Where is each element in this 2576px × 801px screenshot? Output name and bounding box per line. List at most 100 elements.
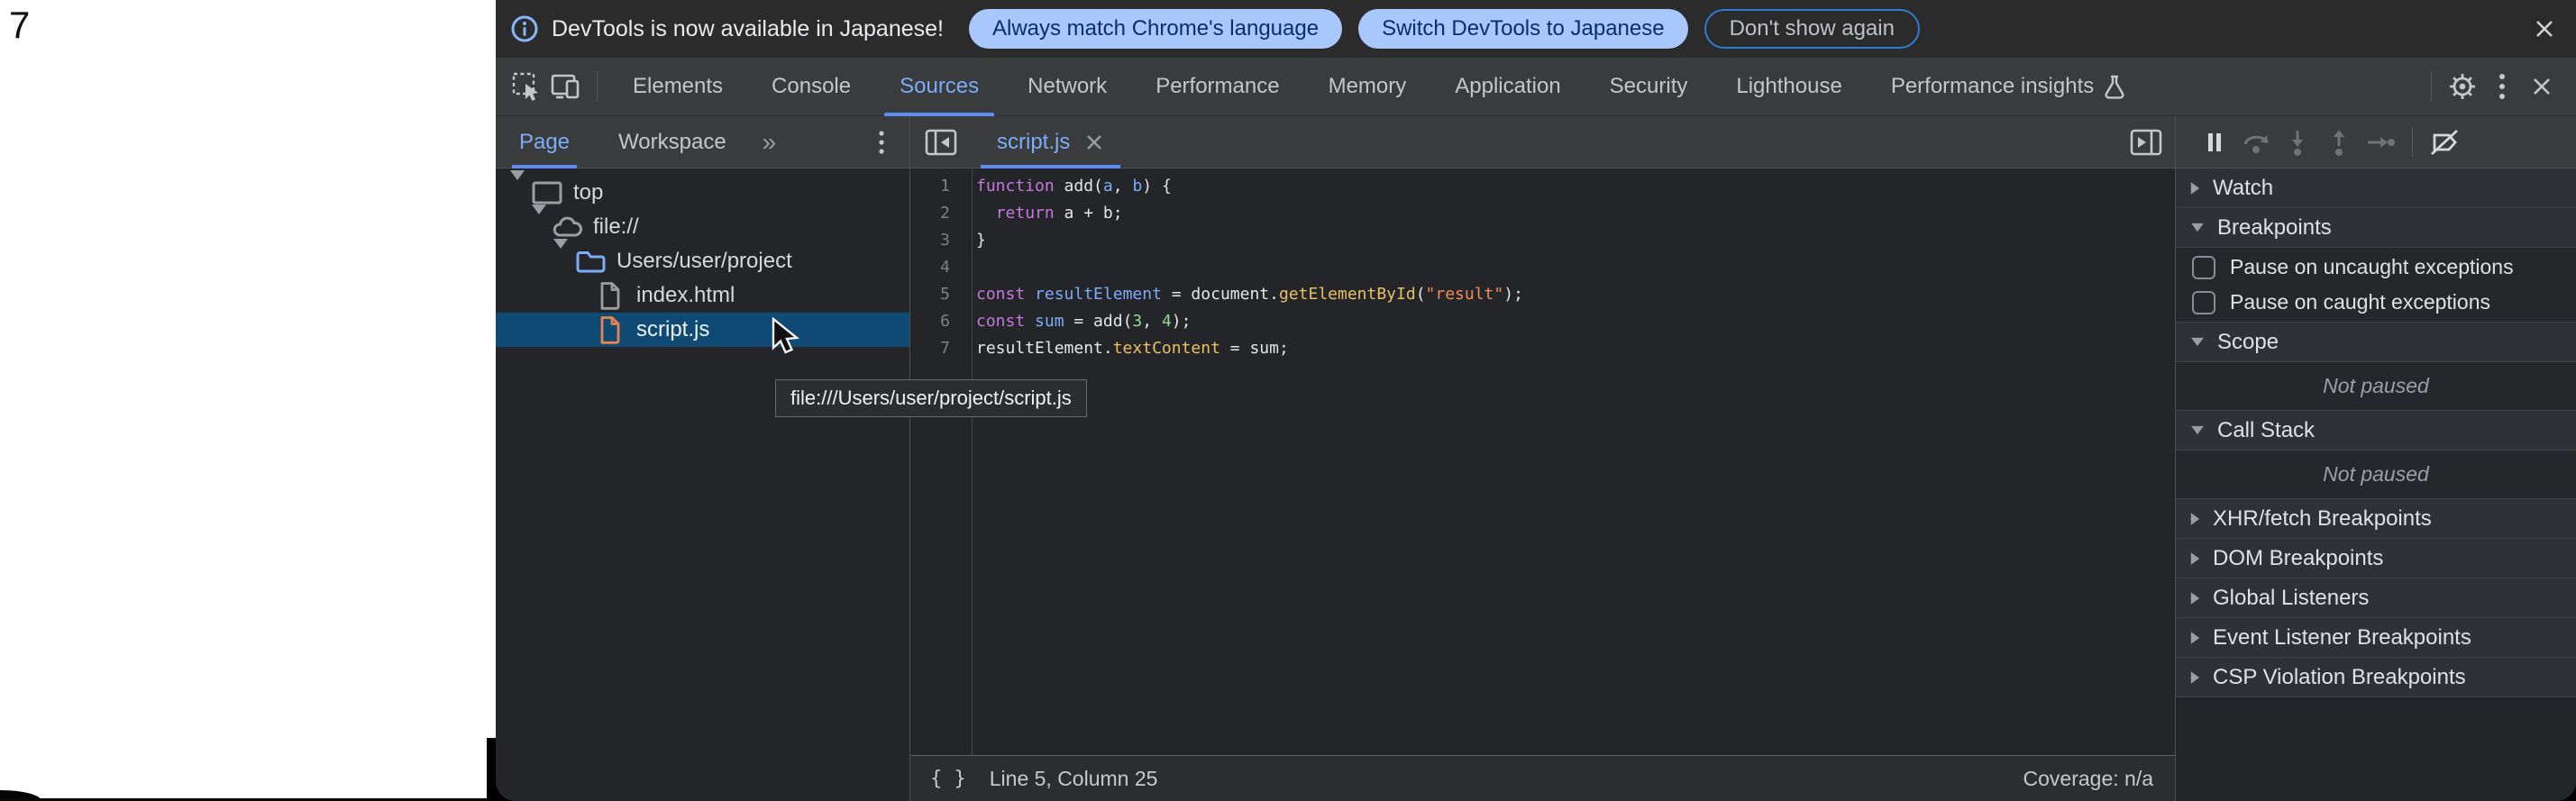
navigator-menu-icon[interactable] bbox=[877, 129, 886, 156]
code-line: 5 const resultElement = document.getElem… bbox=[910, 280, 2175, 307]
line-number[interactable]: 3 bbox=[910, 231, 963, 250]
tab-memory[interactable]: Memory bbox=[1304, 58, 1431, 116]
code-token: add( bbox=[1064, 177, 1103, 196]
expand-arrow-icon[interactable] bbox=[532, 214, 546, 240]
code-token: , bbox=[1142, 312, 1162, 331]
section-scope[interactable]: Scope bbox=[2176, 323, 2576, 362]
gear-icon[interactable] bbox=[2443, 67, 2482, 106]
tab-application[interactable]: Application bbox=[1430, 58, 1585, 116]
step-over-icon[interactable] bbox=[2235, 122, 2277, 163]
step-out-icon[interactable] bbox=[2318, 122, 2360, 163]
line-number[interactable]: 2 bbox=[910, 204, 963, 223]
code-line: 7 resultElement.textContent = sum; bbox=[910, 334, 2175, 361]
close-tab-icon[interactable] bbox=[1084, 132, 1104, 152]
code-text: const sum = add(3, 4); bbox=[963, 312, 1191, 331]
code-text: return a + b; bbox=[963, 204, 1123, 223]
code-editor[interactable]: 1 function add(a, b) { 2 return a + b; 3… bbox=[910, 168, 2175, 755]
section-call-stack[interactable]: Call Stack bbox=[2176, 411, 2576, 451]
switch-to-japanese-button[interactable]: Switch DevTools to Japanese bbox=[1358, 9, 1688, 49]
breakpoints-body: Pause on uncaught exceptions Pause on ca… bbox=[2176, 248, 2576, 323]
line-number[interactable]: 4 bbox=[910, 258, 963, 277]
tree-item-index-html[interactable]: index.html bbox=[496, 278, 909, 313]
code-token: 4 bbox=[1162, 312, 1172, 331]
section-global-listeners[interactable]: Global Listeners bbox=[2176, 578, 2576, 618]
tab-security[interactable]: Security bbox=[1585, 58, 1713, 116]
checkbox-icon[interactable] bbox=[2192, 291, 2215, 314]
section-label: DOM Breakpoints bbox=[2213, 546, 2383, 571]
step-icon[interactable] bbox=[2360, 122, 2401, 163]
tab-workspace[interactable]: Workspace bbox=[609, 116, 735, 168]
code-token: function bbox=[976, 177, 1064, 196]
expand-arrow-icon[interactable] bbox=[510, 180, 525, 205]
page-number: 7 bbox=[9, 4, 30, 47]
pause-uncaught-row[interactable]: Pause on uncaught exceptions bbox=[2176, 250, 2576, 285]
editor-tab-script-js[interactable]: script.js bbox=[981, 116, 1120, 168]
folder-icon bbox=[575, 249, 606, 274]
section-xhr-breakpoints[interactable]: XHR/fetch Breakpoints bbox=[2176, 499, 2576, 539]
checkbox-label: Pause on uncaught exceptions bbox=[2230, 255, 2514, 279]
line-number[interactable]: 1 bbox=[910, 177, 963, 196]
code-token: ( bbox=[1416, 285, 1426, 304]
kebab-menu-icon[interactable] bbox=[2482, 67, 2522, 106]
code-line: 1 function add(a, b) { bbox=[910, 172, 2175, 199]
dont-show-again-button[interactable]: Don't show again bbox=[1704, 9, 1920, 49]
tab-page[interactable]: Page bbox=[510, 116, 579, 168]
tab-performance-insights[interactable]: Performance insights bbox=[1867, 58, 2151, 116]
mouse-cursor bbox=[766, 317, 802, 357]
section-dom-breakpoints[interactable]: DOM Breakpoints bbox=[2176, 539, 2576, 578]
editor-pane: script.js 1 function add(a, b) { 2 bbox=[910, 116, 2175, 801]
tab-elements[interactable]: Elements bbox=[608, 58, 747, 116]
section-label: Breakpoints bbox=[2217, 215, 2332, 241]
code-line: 6 const sum = add(3, 4); bbox=[910, 307, 2175, 334]
tree-item-label: file:// bbox=[593, 214, 639, 240]
code-token: 3 bbox=[1132, 312, 1142, 331]
line-number[interactable]: 5 bbox=[910, 285, 963, 304]
tab-console[interactable]: Console bbox=[747, 58, 875, 116]
device-toolbar-icon[interactable] bbox=[546, 67, 586, 106]
devtools-close-icon[interactable] bbox=[2522, 67, 2562, 106]
checkbox-icon[interactable] bbox=[2192, 256, 2215, 279]
tab-label: Console bbox=[772, 74, 851, 99]
section-watch[interactable]: Watch bbox=[2176, 168, 2576, 208]
expand-arrow-icon[interactable] bbox=[553, 249, 568, 274]
more-tabs-icon[interactable]: » bbox=[763, 128, 777, 157]
tab-sources[interactable]: Sources bbox=[875, 58, 1003, 116]
pretty-print-icon[interactable]: { } bbox=[930, 768, 966, 790]
navigator-header: Page Workspace » bbox=[496, 116, 909, 168]
always-match-language-button[interactable]: Always match Chrome's language bbox=[969, 9, 1342, 49]
file-tree: top file:// Users/user/project bbox=[496, 168, 909, 347]
code-text: resultElement.textContent = sum; bbox=[963, 339, 1289, 358]
code-token: ); bbox=[1503, 285, 1523, 304]
tab-lighthouse[interactable]: Lighthouse bbox=[1712, 58, 1866, 116]
hide-navigator-icon[interactable] bbox=[925, 129, 957, 156]
inspect-element-icon[interactable] bbox=[507, 67, 546, 106]
pause-icon[interactable] bbox=[2194, 122, 2235, 163]
collapsed-arrow-icon bbox=[2191, 671, 2199, 684]
tree-item-top[interactable]: top bbox=[496, 176, 909, 210]
tab-network[interactable]: Network bbox=[1003, 58, 1131, 116]
code-token: = add( bbox=[1064, 312, 1133, 331]
section-event-listener-breakpoints[interactable]: Event Listener Breakpoints bbox=[2176, 618, 2576, 658]
frame-icon bbox=[532, 181, 562, 205]
section-csp-violation-breakpoints[interactable]: CSP Violation Breakpoints bbox=[2176, 658, 2576, 697]
toolbar-divider bbox=[597, 71, 598, 102]
code-token: , bbox=[1113, 177, 1133, 196]
section-breakpoints[interactable]: Breakpoints bbox=[2176, 208, 2576, 248]
code-token: ) { bbox=[1142, 177, 1172, 196]
tree-item-project-folder[interactable]: Users/user/project bbox=[496, 244, 909, 278]
notification-close-icon[interactable] bbox=[2533, 17, 2556, 41]
tab-performance[interactable]: Performance bbox=[1131, 58, 1303, 116]
hide-debugger-icon[interactable] bbox=[2130, 129, 2162, 156]
line-number[interactable]: 7 bbox=[910, 339, 963, 358]
line-number[interactable]: 6 bbox=[910, 312, 963, 331]
pause-caught-row[interactable]: Pause on caught exceptions bbox=[2176, 285, 2576, 320]
deactivate-breakpoints-icon[interactable] bbox=[2424, 122, 2465, 163]
tree-item-script-js[interactable]: script.js bbox=[496, 313, 909, 347]
section-label: XHR/fetch Breakpoints bbox=[2213, 506, 2432, 532]
tab-label: Application bbox=[1455, 74, 1560, 99]
editor-tab-label: script.js bbox=[997, 130, 1070, 155]
step-into-icon[interactable] bbox=[2277, 122, 2318, 163]
tab-label: Sources bbox=[900, 74, 979, 99]
collapsed-arrow-icon bbox=[2191, 182, 2199, 195]
code-token: } bbox=[976, 231, 986, 250]
